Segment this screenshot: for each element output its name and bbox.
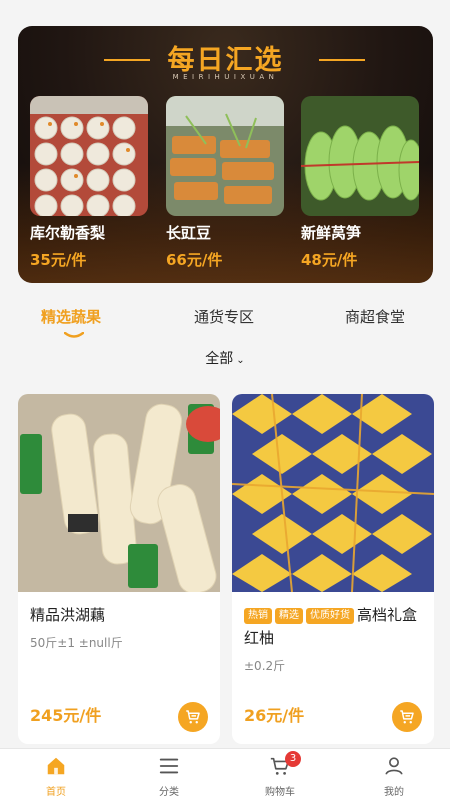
lettuce-image <box>301 96 419 216</box>
product-card[interactable]: 热销 精选 优质好货 高档礼盒红柚 ±0.2斤 26元/件 <box>232 394 434 744</box>
product-title: 热销 精选 优质好货 高档礼盒红柚 <box>244 604 424 650</box>
chevron-down-icon: ⌄ <box>236 355 245 366</box>
promo-price: 66元/件 <box>166 251 223 269</box>
product-price: 26元/件 <box>244 706 305 725</box>
product-spec: 50斤±1 ±null斤 <box>30 636 123 650</box>
cart-count-badge: 3 <box>285 751 301 767</box>
promo-item-cowpea[interactable]: 长豇豆 66元/件 <box>166 96 284 270</box>
active-tab-indicator <box>64 332 84 338</box>
banner-subtitle: MEIRIHUIXUAN <box>172 73 279 81</box>
product-spec: ±0.2斤 <box>244 659 286 673</box>
promo-price: 48元/件 <box>301 251 358 269</box>
nav-label: 我的 <box>384 787 404 798</box>
add-to-cart-button[interactable] <box>392 702 422 732</box>
product-card[interactable]: 精品洪湖藕 50斤±1 ±null斤 245元/件 <box>18 394 220 744</box>
banner-title: 每日汇选 <box>167 45 284 76</box>
pomelo-gift-box-image <box>232 394 434 592</box>
promo-item-pear[interactable]: 库尔勒香梨 35元/件 <box>30 96 148 270</box>
product-title: 精品洪湖藕 <box>30 606 106 624</box>
home-icon <box>47 757 65 775</box>
nav-label: 购物车 <box>265 787 295 798</box>
promo-name: 长豇豆 <box>166 224 212 242</box>
promo-item-lettuce[interactable]: 新鲜莴笋 48元/件 <box>301 96 419 270</box>
nav-category[interactable]: 分类 <box>134 755 204 798</box>
promo-price: 35元/件 <box>30 251 87 269</box>
cart-icon <box>186 710 200 724</box>
tag-selected: 精选 <box>275 608 303 624</box>
bottom-navigation: 首页 分类 3 购物车 我的 <box>0 748 450 800</box>
user-icon <box>385 757 403 775</box>
tag-hot-sale: 热销 <box>244 608 272 624</box>
tab-selected-produce[interactable]: 精选蔬果 <box>41 306 101 327</box>
filter-label: 全部 <box>205 351 234 367</box>
nav-home[interactable]: 首页 <box>21 755 91 798</box>
promo-name: 库尔勒香梨 <box>30 224 106 242</box>
nav-cart[interactable]: 3 购物车 <box>245 751 315 798</box>
filter-dropdown[interactable]: 全部 ⌄ <box>0 348 450 368</box>
daily-selection-banner[interactable]: 每日汇选 MEIRIHUIXUAN 库尔勒香梨 35元/件 长豇豆 66元/件 … <box>18 26 433 283</box>
nav-profile[interactable]: 我的 <box>359 755 429 798</box>
nav-label: 首页 <box>46 787 66 798</box>
tag-quality-goods: 优质好货 <box>306 608 354 624</box>
cart-icon <box>400 710 414 724</box>
tab-supermarket-canteen[interactable]: 商超食堂 <box>345 306 405 327</box>
product-price: 245元/件 <box>30 706 102 725</box>
tab-general-goods[interactable]: 通货专区 <box>194 306 254 327</box>
nav-label: 分类 <box>159 787 179 798</box>
promo-name: 新鲜莴笋 <box>301 224 362 242</box>
lotus-root-image <box>18 394 220 592</box>
menu-icon <box>159 758 179 774</box>
cowpea-image <box>166 96 284 216</box>
add-to-cart-button[interactable] <box>178 702 208 732</box>
pear-image <box>30 96 148 216</box>
